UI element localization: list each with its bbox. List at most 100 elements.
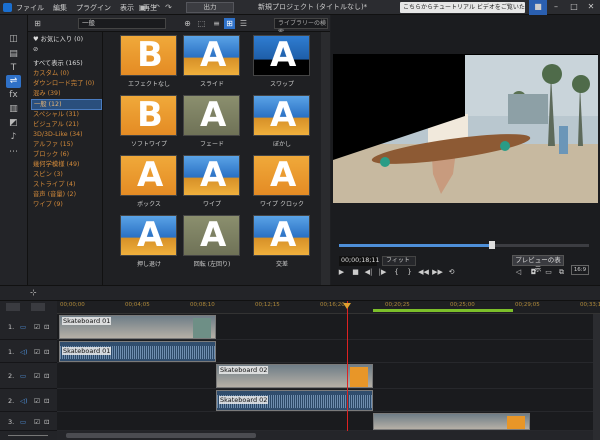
sort-icon[interactable]: ≡ [211,18,222,29]
volume-icon[interactable]: ◁ [513,267,524,278]
track-manager-icon[interactable] [6,303,20,311]
export-button[interactable]: 出力 [186,2,234,13]
ab-loop-icon[interactable]: ⟲ [446,267,457,278]
playhead-handle[interactable] [343,303,351,309]
tutorial-tip-banner[interactable]: こちらからチュートリアル ビデオをご覧いただけます。 [400,2,525,22]
category-item[interactable]: スピン (3) [31,170,102,180]
lock-icon[interactable]: ⊡ [44,372,49,380]
favorites-item[interactable]: ♥ お気に入り (0) [31,35,102,45]
rewind-icon[interactable]: ◀◀ [418,267,429,278]
next-frame-icon[interactable]: |▶ [377,267,388,278]
transition-thumbnail[interactable]: A [253,35,310,76]
add-favorite-icon[interactable]: ⊘ [33,46,38,53]
transition-marker[interactable] [507,416,525,429]
library-search-input[interactable]: ライブラリーの検索 [274,18,328,36]
snapshot-icon[interactable]: ◘ [528,267,539,278]
snap-icon[interactable] [31,303,45,311]
track-lane[interactable] [57,412,593,431]
preview-scrubber-knob[interactable] [488,241,495,249]
track-enable-checkbox[interactable]: ☑ [34,397,40,405]
lock-icon[interactable]: ⊡ [44,348,49,356]
title-room-icon[interactable]: T [6,62,21,75]
category-item[interactable]: すべて表示 (165) [31,59,102,69]
transition-thumbnail[interactable]: B [120,35,177,76]
mark-out-icon[interactable]: } [404,267,415,278]
menu-file[interactable]: ファイル [16,3,44,13]
media-room-icon[interactable]: ◫ [6,33,21,46]
video-clip[interactable] [373,413,530,430]
play-icon[interactable]: ▶ [336,267,347,278]
track-lane[interactable]: Skateboard 02 [57,389,593,412]
transition-thumbnail[interactable]: A [253,215,310,256]
audio-room-icon[interactable]: ♪ [6,131,21,144]
track-enable-checkbox[interactable]: ☑ [34,323,40,331]
timeline-scroll-thumb[interactable] [66,433,256,438]
particle-room-icon[interactable]: ▥ [6,103,21,116]
track-lane[interactable]: Skateboard 02 [57,363,593,389]
zoom-slider[interactable] [8,435,48,436]
lock-icon[interactable]: ⊡ [44,397,49,405]
download-icon[interactable]: ⬚ [196,18,207,29]
fit-timeline-icon[interactable]: ⊹ [30,288,37,297]
pip-room-icon[interactable]: ◩ [6,117,21,130]
track-lane[interactable]: Skateboard 01 [57,314,593,340]
category-item[interactable]: 3D/3D-Like (34) [31,130,102,140]
transition-thumbnail[interactable]: A [183,155,240,196]
add-icon[interactable]: ⊕ [182,18,193,29]
audio-clip[interactable]: Skateboard 01 [59,341,216,362]
stop-icon[interactable]: ■ [350,267,361,278]
category-filter-dropdown[interactable]: 一般 [78,18,166,29]
fx-room-icon[interactable]: fx [6,89,21,102]
category-item[interactable]: アルファ (15) [31,140,102,150]
category-item[interactable]: 幾何学模様 (49) [31,160,102,170]
lock-icon[interactable]: ⊡ [44,418,49,426]
preview-video[interactable] [333,54,598,203]
timeline-ruler[interactable]: 00;00;00 00;04;05 00;08;10 00;12;15 00;16;20… [57,301,600,314]
save-icon[interactable]: ▣ [138,3,147,12]
playhead[interactable] [347,301,348,440]
transition-thumbnail[interactable]: A [253,155,310,196]
aspect-ratio-button[interactable]: 16:9 [571,265,589,275]
menu-edit[interactable]: 編集 [53,3,67,13]
category-item[interactable]: ビジュアル (21) [31,120,102,130]
transition-marker[interactable] [350,367,368,387]
library-scrollbar[interactable] [321,32,330,285]
menu-plugins[interactable]: プラグイン [76,3,111,13]
fast-forward-icon[interactable]: ▶▶ [432,267,443,278]
transition-thumbnail[interactable]: A [183,95,240,136]
timeline-zoom[interactable] [0,431,57,440]
transition-thumbnail[interactable]: A [120,215,177,256]
category-item[interactable]: 混み (39) [31,89,102,99]
track-lane[interactable]: Skateboard 01 [57,340,593,363]
undock-icon[interactable]: ⧉ [556,267,567,278]
category-item[interactable]: ダウンロード完了 (0) [31,79,102,89]
transition-thumbnail[interactable]: A [120,155,177,196]
grid-view-icon[interactable]: ⊞ [224,18,235,29]
close-icon[interactable]: ✕ [582,0,600,15]
mark-in-icon[interactable]: { [391,267,402,278]
category-item[interactable]: スペシャル (31) [31,110,102,120]
fit-dropdown[interactable]: フィット [382,256,416,266]
category-item[interactable]: カスタム (0) [31,69,102,79]
maximize-icon[interactable]: □ [565,0,583,15]
transition-thumbnail[interactable]: A [253,95,310,136]
transition-thumbnail[interactable]: B [120,95,177,136]
redo-icon[interactable]: ↷ [164,3,173,12]
help-icon[interactable]: ■ [529,0,547,15]
minimize-icon[interactable]: – [547,0,565,15]
audio-clip[interactable]: Skateboard 02 [216,390,373,411]
menu-view[interactable]: 表示 [120,3,134,13]
prev-frame-icon[interactable]: ◀| [363,267,374,278]
transition-room-icon[interactable]: ⇌ [6,75,21,88]
video-clip[interactable]: Skateboard 02 [216,364,373,388]
track-enable-checkbox[interactable]: ☑ [34,372,40,380]
lock-icon[interactable]: ⊡ [44,323,49,331]
preview-mode-button[interactable]: プレビューの表示 [512,255,564,273]
category-item[interactable]: ストライプ (4) [31,180,102,190]
transition-marker[interactable] [193,318,211,338]
transition-thumbnail[interactable]: A [183,35,240,76]
import-icon[interactable]: ⊞ [32,18,43,29]
timeline-vertical-scrollbar[interactable] [593,314,600,440]
video-clip[interactable]: Skateboard 01 [59,315,216,339]
track-enable-checkbox[interactable]: ☑ [34,418,40,426]
